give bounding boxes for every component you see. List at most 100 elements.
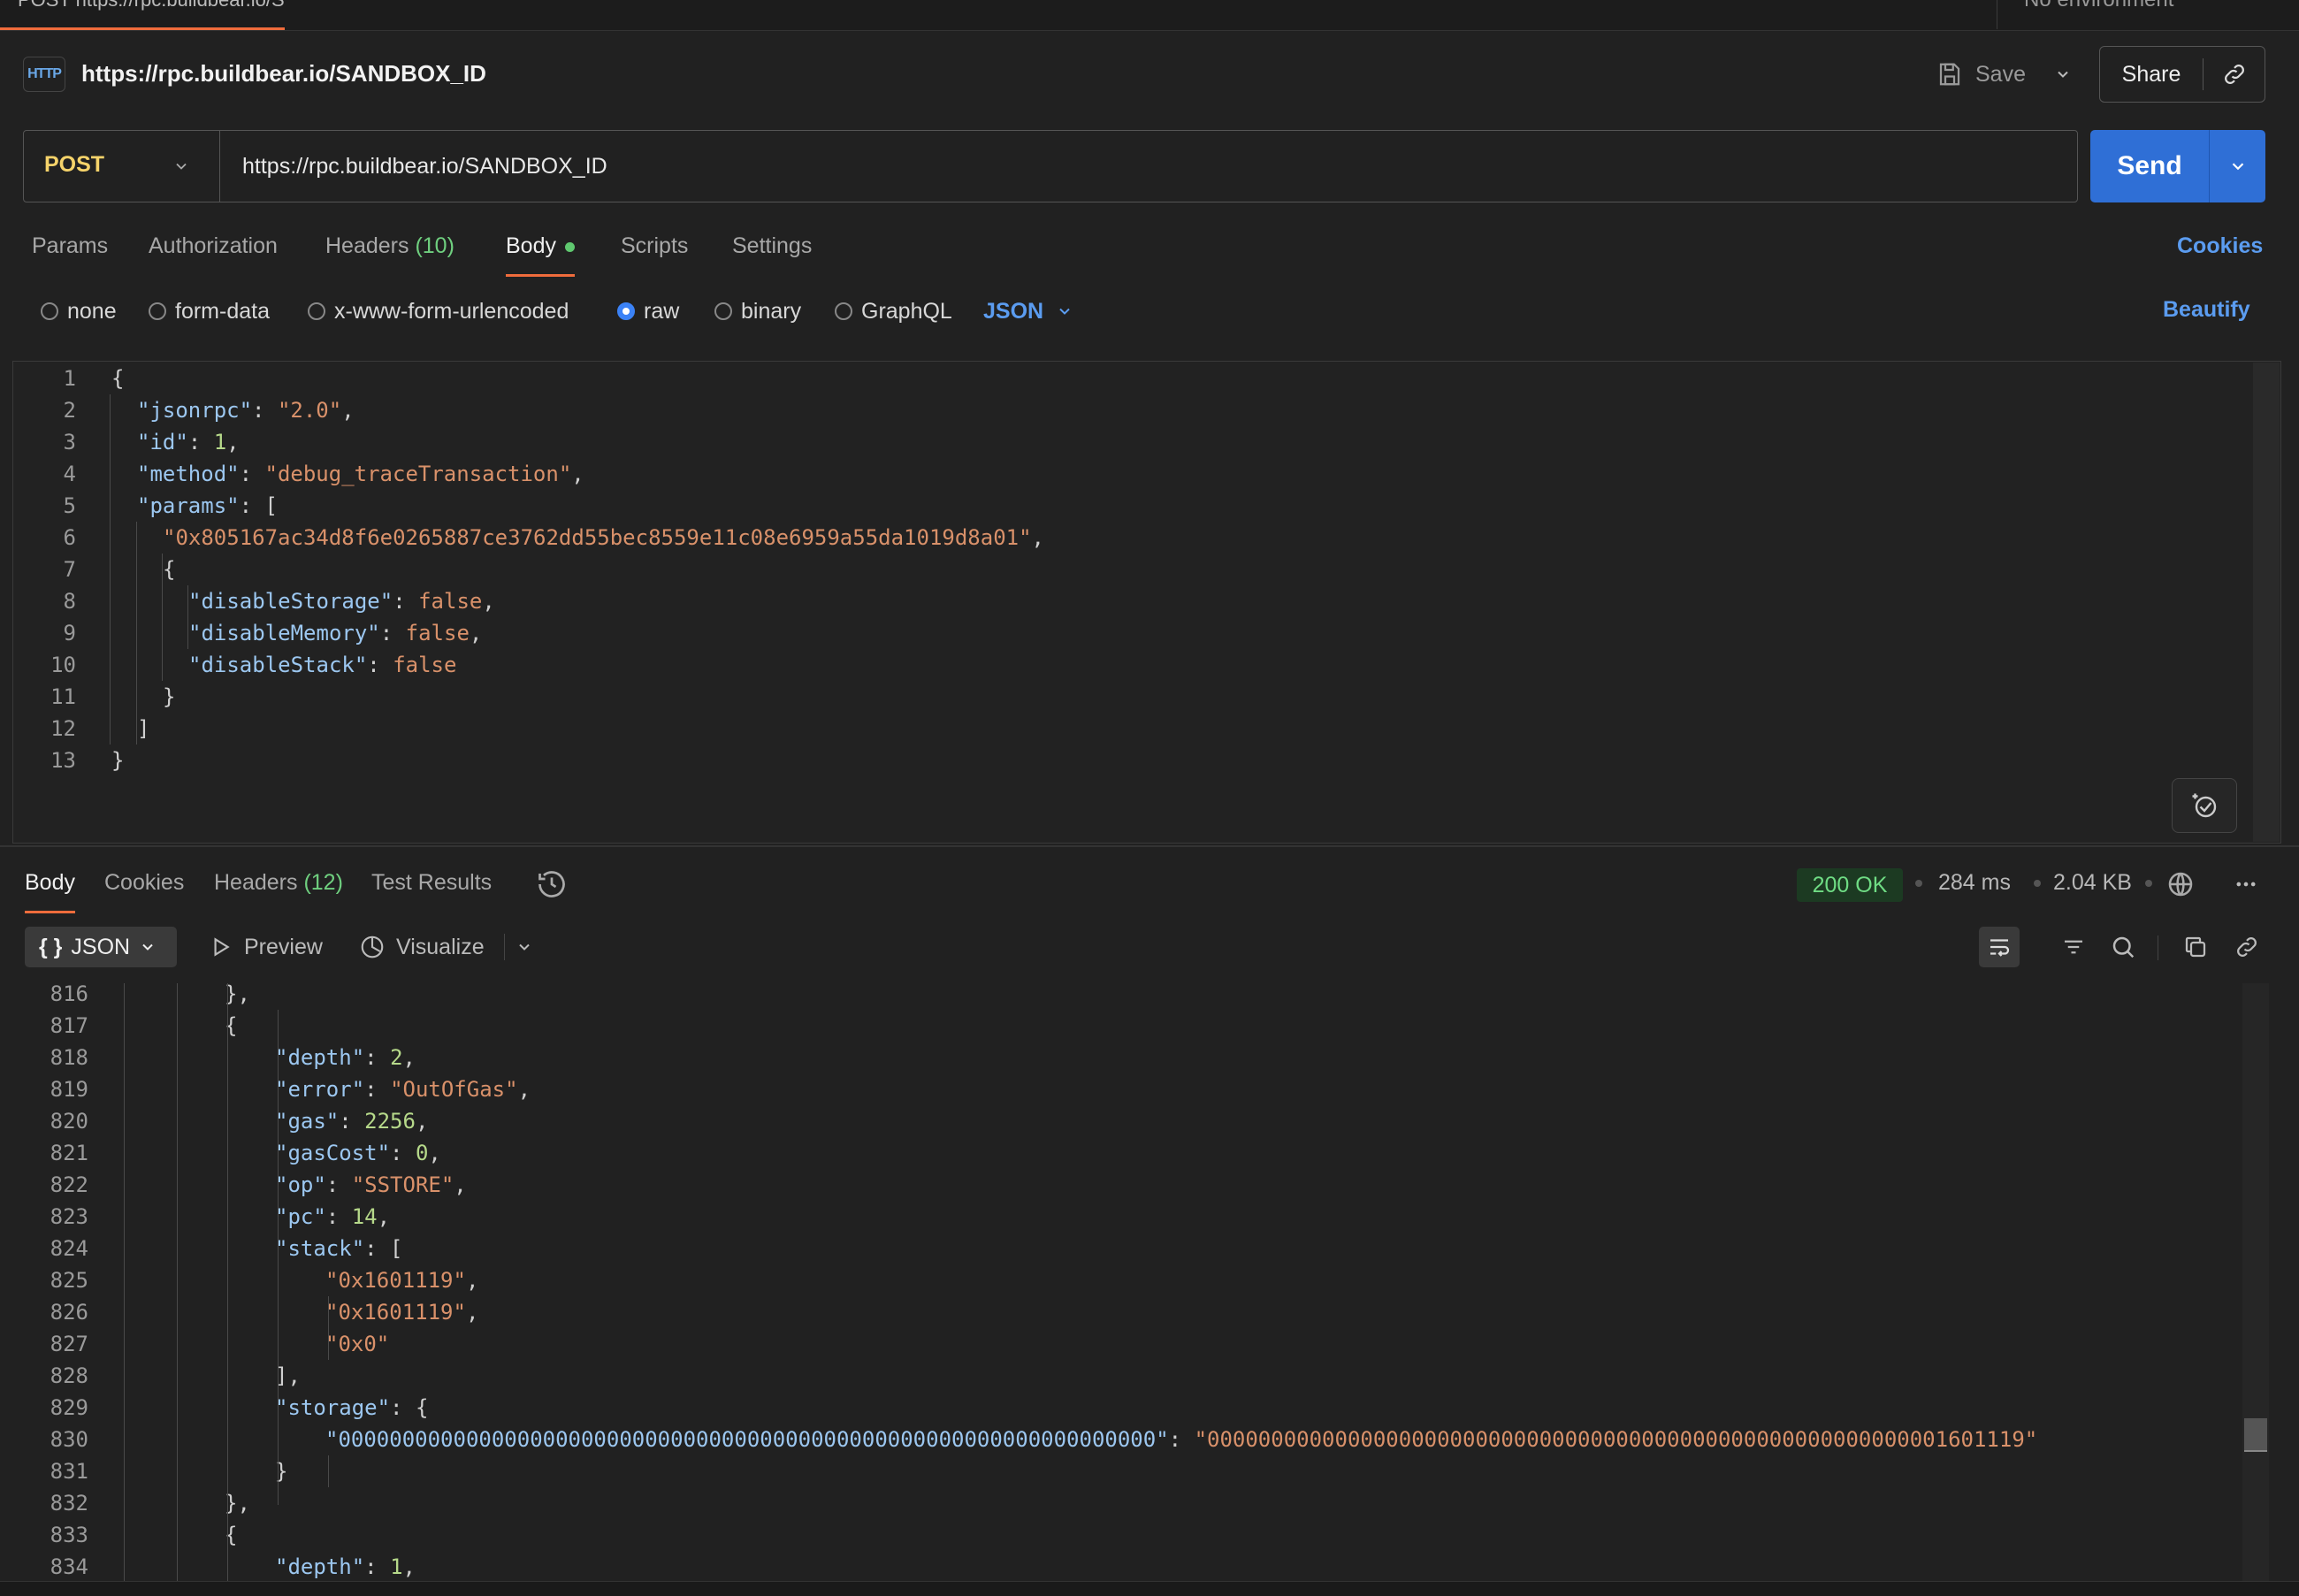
visualize-button[interactable]: Visualize: [359, 930, 485, 964]
line-number: 829: [50, 1395, 88, 1420]
copy-link-response-button[interactable]: [2226, 927, 2267, 967]
method-selector[interactable]: POST: [44, 152, 104, 178]
save-button[interactable]: Save: [1936, 55, 2026, 94]
chevron-down-icon: [2232, 163, 2243, 171]
indent-guide: [110, 394, 111, 745]
response-tab-test-results[interactable]: Test Results: [371, 870, 492, 911]
line-number: 3: [63, 430, 76, 454]
radio-circle: [714, 302, 732, 320]
send-options-button[interactable]: [2210, 157, 2265, 176]
filter-button[interactable]: [2053, 927, 2094, 967]
line-number: 5: [63, 493, 76, 518]
line-number: 831: [50, 1459, 88, 1484]
body-type-graphql[interactable]: GraphQL: [835, 297, 952, 325]
search-button[interactable]: [2103, 927, 2143, 967]
body-format-select[interactable]: JSON: [983, 297, 1073, 325]
environment-selector[interactable]: No environment: [1997, 0, 2299, 29]
response-headers-count: (12): [303, 870, 343, 895]
line-number: 1: [63, 366, 76, 391]
code-text: "method": "debug_traceTransaction",: [137, 462, 584, 486]
ai-assist-button[interactable]: [2172, 778, 2237, 833]
body-format-label: JSON: [983, 298, 1044, 324]
sparkle-icon: [2192, 793, 2217, 818]
response-tab-cookies[interactable]: Cookies: [104, 870, 184, 911]
body-type-raw[interactable]: raw: [617, 297, 679, 325]
indent-guide: [328, 1455, 329, 1487]
code-text: }: [163, 684, 176, 709]
environment-label: No environment: [2024, 0, 2173, 11]
code-text: "disableMemory": false,: [188, 621, 483, 645]
copy-link-button[interactable]: [2204, 61, 2265, 88]
body-type-none-label: none: [67, 298, 117, 324]
indent-guide: [187, 585, 188, 649]
preview-button[interactable]: Preview: [209, 930, 323, 964]
body-type-urlencoded[interactable]: x-www-form-urlencoded: [308, 297, 569, 325]
meta-separator: [2034, 880, 2041, 887]
code-text: "params": [: [137, 493, 278, 518]
code-text: {: [163, 557, 176, 582]
visualize-options-button[interactable]: [511, 934, 538, 960]
cookies-link[interactable]: Cookies: [2177, 233, 2263, 259]
line-number: 830: [50, 1427, 88, 1452]
indent-guide: [328, 1296, 329, 1360]
line-number: 833: [50, 1523, 88, 1547]
response-tab-body[interactable]: Body: [25, 870, 75, 913]
code-text: "0x805167ac34d8f6e0265887ce3762dd55bec85…: [163, 525, 1044, 550]
code-text: "gas": 2256,: [275, 1109, 429, 1134]
body-type-form-data[interactable]: form-data: [149, 297, 270, 325]
body-type-none[interactable]: none: [41, 297, 117, 325]
code-text: "storage": {: [275, 1395, 429, 1420]
request-tab[interactable]: POST https://rpc.buildbear.io/S: [0, 0, 285, 30]
play-icon: [214, 937, 230, 957]
save-options-button[interactable]: [2050, 55, 2076, 94]
status-bar: [0, 1581, 2299, 1596]
tab-body[interactable]: Body: [506, 233, 575, 277]
wrap-lines-button[interactable]: [1979, 927, 2020, 967]
request-tab-label: POST https://rpc.buildbear.io/S: [18, 0, 285, 11]
code-text: "0x1601119",: [325, 1300, 479, 1325]
tab-strip: [0, 0, 2299, 31]
method-dropdown[interactable]: [168, 152, 195, 180]
request-editor-scrollbar[interactable]: [2253, 363, 2280, 842]
more-options-button[interactable]: [2232, 872, 2260, 901]
chevron-down-icon: [176, 163, 187, 170]
response-scrollbar[interactable]: [2242, 983, 2269, 1581]
wrap-icon: [1990, 939, 2010, 957]
history-button[interactable]: [536, 868, 568, 900]
share-button[interactable]: Share: [2100, 62, 2203, 88]
network-info-button[interactable]: [2165, 868, 2196, 905]
panel-divider[interactable]: [0, 845, 2299, 847]
response-tab-headers[interactable]: Headers (12): [214, 870, 343, 911]
filter-icon: [2065, 940, 2082, 954]
beautify-button[interactable]: Beautify: [2163, 297, 2250, 323]
tab-settings[interactable]: Settings: [732, 233, 812, 274]
code-text: "gasCost": 0,: [275, 1141, 441, 1165]
response-scroll-thumb[interactable]: [2244, 1418, 2267, 1452]
tab-authorization[interactable]: Authorization: [149, 233, 278, 274]
line-number: 8: [63, 589, 76, 614]
line-number: 820: [50, 1109, 88, 1134]
tab-scripts[interactable]: Scripts: [621, 233, 688, 274]
radio-circle: [41, 302, 58, 320]
body-type-binary[interactable]: binary: [714, 297, 801, 325]
url-input[interactable]: [242, 150, 2055, 182]
copy-button[interactable]: [2175, 927, 2216, 967]
request-title[interactable]: https://rpc.buildbear.io/SANDBOX_ID: [81, 60, 486, 88]
response-format-select[interactable]: { } JSON: [25, 927, 177, 967]
send-button[interactable]: Send: [2090, 151, 2209, 181]
line-number: 817: [50, 1013, 88, 1038]
tab-headers[interactable]: Headers (10): [325, 233, 454, 274]
indent-guide: [177, 983, 178, 1581]
url-divider: [219, 131, 220, 202]
code-text: "jsonrpc": "2.0",: [137, 398, 355, 423]
status-badge[interactable]: 200 OK: [1797, 868, 1903, 902]
code-text: },: [225, 983, 250, 1006]
response-time[interactable]: 284 ms: [1938, 870, 2011, 896]
response-size[interactable]: 2.04 KB: [2053, 870, 2132, 896]
tab-params[interactable]: Params: [32, 233, 108, 274]
code-text: "0x1601119",: [325, 1268, 479, 1293]
line-number: 834: [50, 1554, 88, 1579]
radio-circle-selected: [617, 302, 635, 320]
response-body-viewer[interactable]: 816}, 817{818 "depth": 2, 819 "error": "OutO…: [0, 983, 2264, 1581]
headers-count: (10): [415, 233, 454, 258]
